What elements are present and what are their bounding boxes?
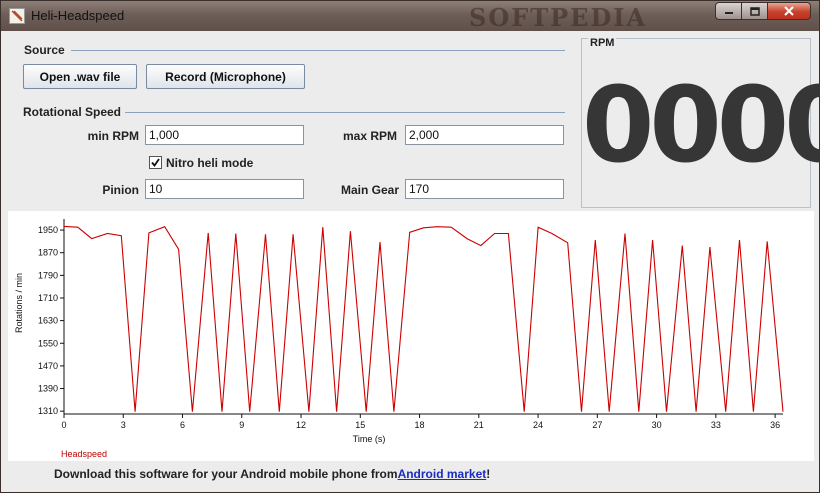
minimize-button[interactable] — [715, 2, 742, 20]
record-microphone-button[interactable]: Record (Microphone) — [146, 64, 305, 89]
x-tick-label: 9 — [239, 420, 244, 430]
min-rpm-field[interactable] — [145, 125, 304, 145]
pinion-label: Pinion — [102, 183, 139, 197]
x-tick-label: 0 — [61, 420, 66, 430]
y-tick-label: 1550 — [38, 338, 58, 348]
max-rpm-field[interactable] — [405, 125, 564, 145]
x-tick-label: 27 — [592, 420, 602, 430]
y-tick-label: 1950 — [38, 225, 58, 235]
checkmark-icon — [151, 158, 160, 167]
x-tick-label: 3 — [121, 420, 126, 430]
y-tick-label: 1310 — [38, 406, 58, 416]
rotational-speed-label: Rotational Speed — [23, 105, 122, 119]
rotational-divider — [125, 112, 565, 113]
x-tick-label: 36 — [770, 420, 780, 430]
chart-svg: Rotations / min Time (s) 1310 1390 1470 155… — [14, 219, 784, 444]
legend-series-name: Headspeed — [61, 449, 108, 459]
maximize-icon — [749, 6, 760, 16]
x-tick-label: 24 — [533, 420, 543, 430]
max-rpm-label: max RPM — [342, 129, 397, 143]
source-section-label: Source — [24, 43, 65, 57]
y-tick-label: 1390 — [38, 384, 58, 394]
rpm-panel: RPM 0000 — [581, 37, 820, 208]
x-tick-label: 6 — [180, 420, 185, 430]
x-tick-label: 30 — [652, 420, 662, 430]
y-tick-label: 1710 — [38, 293, 58, 303]
pinion-field[interactable] — [145, 179, 304, 199]
android-market-link[interactable]: Android market — [398, 467, 487, 481]
open-wav-button[interactable]: Open .wav file — [23, 64, 137, 89]
min-rpm-label: min RPM — [87, 129, 139, 143]
headspeed-chart: Rotations / min Time (s) 1310 1390 1470 155… — [8, 211, 814, 461]
minimize-icon — [724, 12, 733, 14]
window-title: Heli-Headspeed — [31, 8, 125, 23]
x-tick-label: 12 — [296, 420, 306, 430]
y-tick-label: 1790 — [38, 270, 58, 280]
y-tick-label: 1470 — [38, 361, 58, 371]
window-controls — [715, 2, 811, 21]
app-window: Heli-Headspeed SOFTPEDIA Source Open .wa… — [0, 0, 820, 493]
x-axis-label: Time (s) — [353, 434, 386, 444]
x-tick-label: 18 — [415, 420, 425, 430]
footer-text: Download this software for your Android … — [54, 467, 398, 481]
watermark: SOFTPEDIA — [469, 3, 648, 32]
app-icon — [9, 8, 25, 24]
main-gear-label: Main Gear — [340, 183, 399, 197]
close-icon — [784, 6, 794, 16]
nitro-mode-checkbox[interactable] — [149, 156, 162, 169]
rpm-readout: 0000 — [582, 64, 820, 186]
x-tick-label: 33 — [711, 420, 721, 430]
x-tick-label: 15 — [355, 420, 365, 430]
nitro-mode-label: Nitro heli mode — [166, 156, 254, 170]
y-tick-label: 1870 — [38, 248, 58, 258]
maximize-button[interactable] — [742, 2, 768, 20]
series-line-headspeed — [63, 225, 784, 412]
main-gear-field[interactable] — [405, 179, 564, 199]
x-tick-label: 21 — [474, 420, 484, 430]
title-bar[interactable]: Heli-Headspeed SOFTPEDIA — [1, 1, 819, 32]
y-axis-label: Rotations / min — [14, 273, 24, 333]
y-tick-label: 1630 — [38, 316, 58, 326]
source-divider — [71, 50, 565, 51]
footer-message: Download this software for your Android … — [8, 462, 814, 486]
close-button[interactable] — [768, 2, 811, 20]
rpm-panel-title: RPM — [588, 37, 617, 49]
footer-text-end: ! — [486, 467, 491, 481]
